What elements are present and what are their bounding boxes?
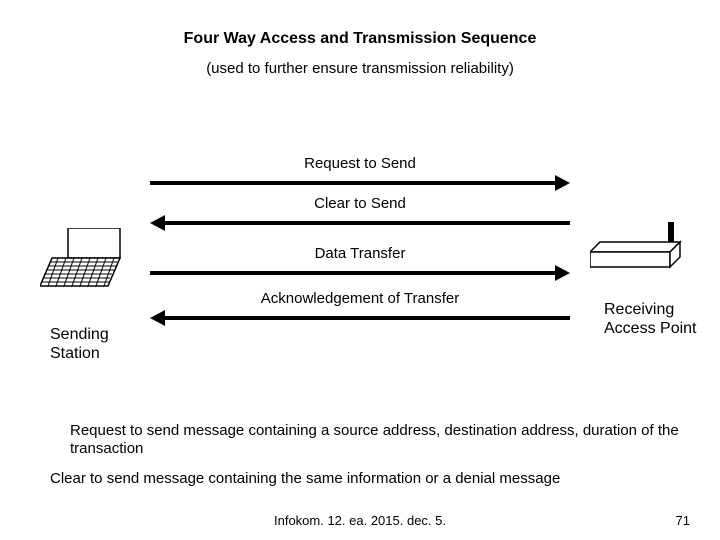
arrow-data-label: Data Transfer bbox=[150, 245, 570, 262]
footer-page-number: 71 bbox=[676, 513, 690, 528]
sending-station-label: Sending Station bbox=[50, 325, 109, 363]
footer-date: Infokom. 12. ea. 2015. dec. 5. bbox=[0, 513, 720, 528]
arrow-data: Data Transfer bbox=[150, 245, 570, 282]
arrow-cts: Clear to Send bbox=[150, 195, 570, 232]
arrow-cts-label: Clear to Send bbox=[150, 195, 570, 212]
arrow-ack-label: Acknowledgement of Transfer bbox=[150, 290, 570, 307]
receiving-ap-label: Receiving Access Point bbox=[604, 300, 696, 338]
page-title: Four Way Access and Transmission Sequenc… bbox=[0, 30, 720, 48]
arrow-left-icon bbox=[150, 214, 570, 232]
page-subtitle: (used to further ensure transmission rel… bbox=[0, 60, 720, 77]
description-cts: Clear to send message containing the sam… bbox=[50, 470, 700, 488]
access-point-icon bbox=[590, 222, 690, 277]
arrow-left-icon bbox=[150, 309, 570, 327]
laptop-icon bbox=[40, 228, 130, 295]
arrow-ack: Acknowledgement of Transfer bbox=[150, 290, 570, 327]
arrow-rts-label: Request to Send bbox=[150, 155, 570, 172]
arrow-right-icon bbox=[150, 174, 570, 192]
description-rts: Request to send message containing a sou… bbox=[70, 422, 700, 458]
arrow-rts: Request to Send bbox=[150, 155, 570, 192]
arrow-right-icon bbox=[150, 264, 570, 282]
